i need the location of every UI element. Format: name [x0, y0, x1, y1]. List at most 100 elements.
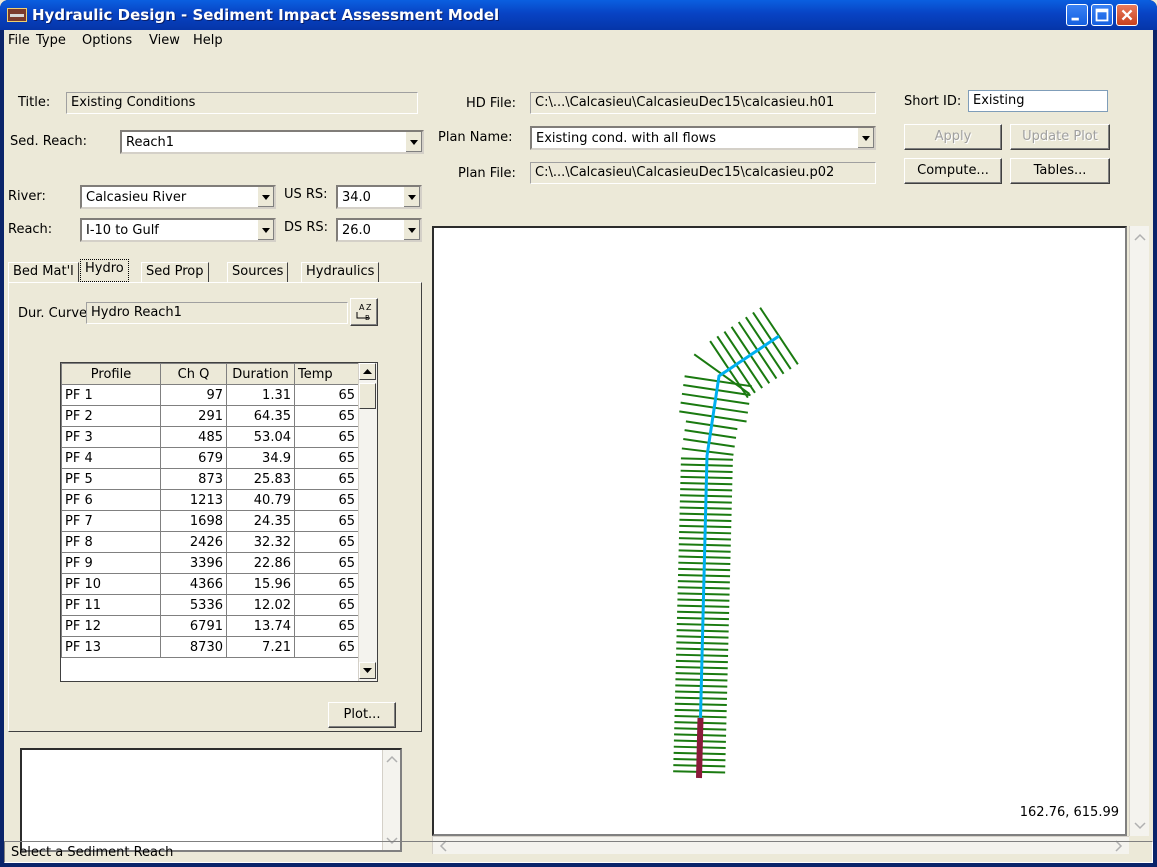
- ch-q-cell[interactable]: 8730: [160, 636, 227, 658]
- temp-cell[interactable]: 65: [294, 594, 359, 616]
- menu-options[interactable]: Options: [82, 33, 132, 48]
- ch-q-cell[interactable]: 485: [160, 426, 227, 448]
- duration-cell[interactable]: 1.31: [226, 384, 295, 406]
- scroll-thumb[interactable]: [359, 383, 376, 409]
- title-bar[interactable]: Hydraulic Design - Sediment Impact Asses…: [0, 0, 1157, 30]
- temp-cell[interactable]: 65: [294, 447, 359, 469]
- table-row[interactable]: PF 1 97 1.31 65: [61, 384, 359, 406]
- profile-cell[interactable]: PF 6: [61, 489, 161, 511]
- duration-cell[interactable]: 25.83: [226, 468, 295, 490]
- duration-cell[interactable]: 7.21: [226, 636, 295, 658]
- tab-sed-prop[interactable]: Sed Prop: [141, 262, 209, 282]
- duration-cell[interactable]: 13.74: [226, 615, 295, 637]
- table-row[interactable]: PF 3 485 53.04 65: [61, 426, 359, 448]
- chevron-down-icon[interactable]: [257, 187, 274, 207]
- temp-cell[interactable]: 65: [294, 510, 359, 532]
- table-row[interactable]: PF 11 5336 12.02 65: [61, 594, 359, 616]
- ch-q-cell[interactable]: 291: [160, 405, 227, 427]
- reach-schematic-plot[interactable]: 162.76, 615.99: [432, 226, 1127, 836]
- duration-cell[interactable]: 40.79: [226, 489, 295, 511]
- sort-button[interactable]: A Z B: [350, 298, 378, 326]
- sed-reach-select[interactable]: Reach1: [120, 130, 424, 154]
- temp-cell[interactable]: 65: [294, 468, 359, 490]
- arrow-down-icon[interactable]: [1131, 816, 1149, 834]
- profile-cell[interactable]: PF 7: [61, 510, 161, 532]
- table-row[interactable]: PF 10 4366 15.96 65: [61, 573, 359, 595]
- tab-bed-matl[interactable]: Bed Mat'l: [8, 262, 79, 282]
- profile-cell[interactable]: PF 5: [61, 468, 161, 490]
- notes-scrollbar[interactable]: [382, 750, 400, 850]
- tab-sources[interactable]: Sources: [227, 262, 289, 282]
- ch-q-cell[interactable]: 1213: [160, 489, 227, 511]
- reach-select[interactable]: I-10 to Gulf: [80, 218, 276, 242]
- profile-cell[interactable]: PF 11: [61, 594, 161, 616]
- plan-name-select[interactable]: Existing cond. with all flows: [530, 126, 876, 150]
- profile-cell[interactable]: PF 4: [61, 447, 161, 469]
- duration-table[interactable]: Profile Ch Q Duration Temp PF 1 97 1.31 65 P…: [60, 362, 378, 682]
- profile-cell[interactable]: PF 10: [61, 573, 161, 595]
- table-row[interactable]: PF 2 291 64.35 65: [61, 405, 359, 427]
- ch-q-cell[interactable]: 679: [160, 447, 227, 469]
- ch-q-cell[interactable]: 4366: [160, 573, 227, 595]
- duration-cell[interactable]: 15.96: [226, 573, 295, 595]
- temp-cell[interactable]: 65: [294, 489, 359, 511]
- scroll-up-button[interactable]: [359, 363, 376, 380]
- duration-cell[interactable]: 53.04: [226, 426, 295, 448]
- menu-help[interactable]: Help: [193, 33, 223, 48]
- table-row[interactable]: PF 7 1698 24.35 65: [61, 510, 359, 532]
- table-row[interactable]: PF 5 873 25.83 65: [61, 468, 359, 490]
- table-scrollbar[interactable]: [358, 363, 377, 681]
- temp-cell[interactable]: 65: [294, 615, 359, 637]
- notes-textarea[interactable]: [20, 748, 402, 852]
- maximize-button[interactable]: [1091, 4, 1113, 26]
- ds-rs-select[interactable]: 26.0: [336, 218, 422, 242]
- schematic-canvas[interactable]: [434, 228, 1125, 834]
- short-id-input[interactable]: Existing: [968, 90, 1108, 112]
- ch-q-cell[interactable]: 2426: [160, 531, 227, 553]
- chevron-down-icon[interactable]: [403, 220, 420, 240]
- ch-q-cell[interactable]: 3396: [160, 552, 227, 574]
- temp-cell[interactable]: 65: [294, 531, 359, 553]
- temp-cell[interactable]: 65: [294, 573, 359, 595]
- apply-button[interactable]: Apply: [904, 124, 1002, 150]
- temp-cell[interactable]: 65: [294, 552, 359, 574]
- river-select[interactable]: Calcasieu River: [80, 185, 276, 209]
- menu-view[interactable]: View: [149, 33, 180, 48]
- table-row[interactable]: PF 12 6791 13.74 65: [61, 615, 359, 637]
- duration-cell[interactable]: 64.35: [226, 405, 295, 427]
- us-rs-select[interactable]: 34.0: [336, 185, 422, 209]
- table-row[interactable]: PF 9 3396 22.86 65: [61, 552, 359, 574]
- scroll-down-button[interactable]: [359, 662, 376, 679]
- chevron-down-icon[interactable]: [257, 220, 274, 240]
- profile-cell[interactable]: PF 13: [61, 636, 161, 658]
- profile-cell[interactable]: PF 3: [61, 426, 161, 448]
- app-icon[interactable]: [7, 8, 27, 22]
- chevron-down-icon[interactable]: [403, 187, 420, 207]
- ch-q-cell[interactable]: 1698: [160, 510, 227, 532]
- profile-cell[interactable]: PF 2: [61, 405, 161, 427]
- chevron-down-icon[interactable]: [405, 132, 422, 152]
- duration-cell[interactable]: 12.02: [226, 594, 295, 616]
- sediment-reach-highlight[interactable]: [696, 717, 704, 779]
- minimize-button[interactable]: [1066, 4, 1088, 26]
- duration-cell[interactable]: 34.9: [226, 447, 295, 469]
- table-row[interactable]: PF 4 679 34.9 65: [61, 447, 359, 469]
- table-row[interactable]: PF 8 2426 32.32 65: [61, 531, 359, 553]
- plot-button[interactable]: Plot...: [328, 702, 396, 728]
- profile-cell[interactable]: PF 1: [61, 384, 161, 406]
- arrow-up-icon[interactable]: [384, 752, 400, 768]
- ch-q-cell[interactable]: 5336: [160, 594, 227, 616]
- update-plot-button[interactable]: Update Plot: [1010, 124, 1110, 150]
- menu-file[interactable]: File: [8, 33, 30, 48]
- temp-cell[interactable]: 65: [294, 384, 359, 406]
- table-row[interactable]: PF 13 8730 7.21 65: [61, 636, 359, 658]
- temp-cell[interactable]: 65: [294, 405, 359, 427]
- arrow-up-icon[interactable]: [1131, 228, 1149, 246]
- profile-cell[interactable]: PF 9: [61, 552, 161, 574]
- close-button[interactable]: [1116, 4, 1138, 26]
- tables-button[interactable]: Tables...: [1010, 158, 1110, 184]
- menu-type[interactable]: Type: [36, 33, 66, 48]
- ch-q-cell[interactable]: 6791: [160, 615, 227, 637]
- ch-q-cell[interactable]: 97: [160, 384, 227, 406]
- table-row[interactable]: PF 6 1213 40.79 65: [61, 489, 359, 511]
